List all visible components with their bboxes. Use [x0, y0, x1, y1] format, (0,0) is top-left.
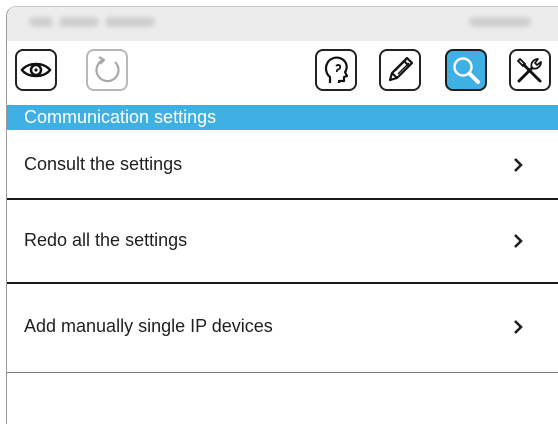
menu-item-label: Add manually single IP devices: [24, 316, 273, 336]
view-button[interactable]: [15, 49, 57, 91]
device-screen: Communication settings Consult the setti…: [6, 6, 558, 424]
search-button[interactable]: [445, 49, 487, 91]
status-time-blur: [469, 17, 531, 27]
profile-button[interactable]: [315, 49, 357, 91]
eye-icon: [20, 58, 52, 82]
search-icon: [450, 54, 482, 86]
refresh-button[interactable]: [86, 49, 128, 91]
status-bar: [7, 7, 558, 41]
section-title: Communication settings: [24, 107, 217, 127]
status-network-blur: [59, 17, 99, 27]
status-signal-blur: [105, 17, 155, 27]
menu-item-consult-settings[interactable]: Consult the settings: [7, 130, 558, 198]
pencil-icon: [384, 54, 416, 86]
menu-item-add-ip-devices[interactable]: Add manually single IP devices: [7, 284, 558, 371]
tools-icon: [514, 54, 546, 86]
chevron-right-icon: [513, 157, 523, 178]
settings-button[interactable]: [509, 49, 551, 91]
section-header: Communication settings: [7, 105, 558, 130]
edit-button[interactable]: [379, 49, 421, 91]
refresh-icon: [91, 54, 123, 86]
menu-item-label: Consult the settings: [24, 154, 183, 174]
chevron-right-icon: [513, 319, 523, 340]
status-carrier-blur: [29, 17, 53, 27]
toolbar: [7, 41, 558, 109]
menu-item-redo-settings[interactable]: Redo all the settings: [7, 200, 558, 282]
head-icon: [321, 54, 351, 86]
chevron-right-icon: [513, 233, 523, 254]
empty-list-row: [7, 373, 558, 424]
menu-item-label: Redo all the settings: [24, 230, 188, 250]
